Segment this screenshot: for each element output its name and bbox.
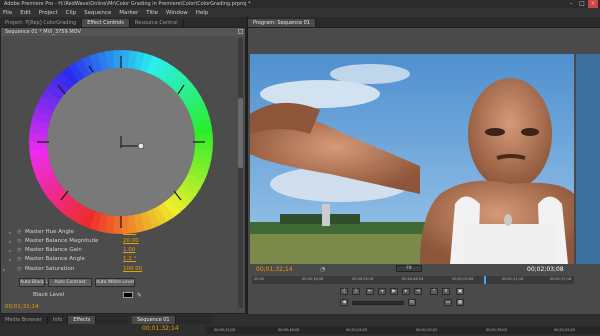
menu-file[interactable]: File [3,10,12,16]
stopwatch-icon[interactable]: ◷ [17,265,21,274]
timeline-timecode[interactable]: 00;01;32;14 [142,325,179,332]
stopwatch-icon[interactable]: ◷ [17,228,21,237]
tab-info[interactable]: Info [48,316,69,324]
auto-black-level-button[interactable]: Auto Black Level [19,278,57,287]
tab-media-browser[interactable]: Media Browser [0,316,48,324]
maximize-icon[interactable]: □ [577,0,587,8]
stopwatch-icon[interactable]: ◷ [17,255,21,264]
program-monitor: 00;01;32;14 ◔ Fit 00;02;03;08 00;00 00;0… [248,28,600,314]
lift-icon[interactable]: ⇡ [430,288,438,295]
effect-controls-panel: Sequence 01 * MVI_3759.MOV ▸ ◷ Master Hu… [0,27,246,314]
program-timecode-duration: 00;02;03;08 [527,266,564,273]
twirl-icon[interactable]: ▸ [9,246,11,255]
eyedropper-icon[interactable]: ✎ [137,292,142,299]
close-icon[interactable]: × [588,0,598,8]
param-master-balance-gain[interactable]: ▸ ◷ Master Balance Gain 1.00 [9,246,137,255]
step-forward-icon[interactable]: ▸ [402,288,410,295]
step-back-icon[interactable]: ◂ [378,288,386,295]
panel-menu-icon[interactable] [238,29,243,34]
menu-edit[interactable]: Edit [20,10,31,16]
tab-sequence-01[interactable]: Sequence 01 [132,316,176,324]
tab-project[interactable]: Project: F[Rep] ColorGrading [0,19,83,27]
clip-header: Sequence 01 * MVI_3759.MOV [1,28,245,36]
tab-resource-central[interactable]: Resource Central [130,19,184,27]
export-frame-icon[interactable]: ▣ [456,288,464,295]
panel-scrollbar[interactable] [238,38,243,308]
jog-shuttle[interactable] [352,301,404,305]
program-time-ruler[interactable]: 00;00 00;00;16;08 00;00;32;16 00;00;48;2… [252,276,574,284]
menu-marker[interactable]: Marker [119,10,138,16]
fit-dropdown[interactable]: Fit [396,265,422,272]
param-master-balance-magnitude[interactable]: ▸ ◷ Master Balance Magnitude 20.00 [9,237,139,246]
window-title: Adobe Premiere Pro - H:\RedWave\Online\M… [0,0,600,8]
bottom-left-tabs: Media Browser Info Effects [0,314,128,324]
auto-contrast-button[interactable]: Auto Contrast [48,278,92,287]
color-wheel[interactable] [21,42,221,242]
output-icon[interactable]: ▦ [456,299,464,306]
safe-margins-icon[interactable]: ▭ [444,299,452,306]
stopwatch-icon[interactable]: ◷ [17,246,21,255]
program-timecode-current[interactable]: 00;01;32;14 [256,266,293,273]
menu-bar: File Edit Project Clip Sequence Marker T… [0,8,600,17]
twirl-icon[interactable]: ▸ [3,265,5,274]
trim-icon[interactable]: ⇆ [408,299,416,306]
effect-controls-timecode[interactable]: 00;01;32;14 [5,304,39,310]
mark-out-icon[interactable]: } [352,288,360,295]
menu-clip[interactable]: Clip [66,10,76,16]
tab-program-sequence[interactable]: Program: Sequence 01 [248,19,316,27]
param-master-saturation[interactable]: ▸ ◷ Master Saturation 100.00 [3,265,142,274]
twirl-icon[interactable]: ▸ [9,237,11,246]
minimize-icon[interactable]: – [566,0,576,8]
program-video-frame[interactable] [250,54,574,264]
left-panel-tabs: Project: F[Rep] ColorGrading Effect Cont… [0,17,246,27]
menu-project[interactable]: Project [39,10,58,16]
black-level-swatch[interactable] [123,292,133,298]
program-tabs: Program: Sequence 01 [248,17,600,27]
balance-handle[interactable] [137,142,145,150]
play-icon[interactable]: ▶ [390,288,398,295]
shuttle-left-icon[interactable]: ◀ [340,299,348,306]
bottom-panels: Media Browser Info Effects Sequence 01 0… [0,314,600,336]
auto-white-level-button[interactable]: Auto White Level [95,278,135,287]
menu-sequence[interactable]: Sequence [84,10,111,16]
timeline-ruler[interactable]: 00;00;32;00 00;00;48;00 00;01;04;02 00;0… [206,326,600,334]
menu-help[interactable]: Help [196,10,209,16]
param-master-balance-angle[interactable]: ▸ ◷ Master Balance Angle 1.2 ° [9,255,137,264]
timeline-tabs: Sequence 01 [132,314,212,324]
playhead[interactable] [484,276,486,284]
twirl-icon[interactable]: ▸ [9,255,11,264]
black-level-label: Black Level [33,292,65,298]
twirl-icon[interactable]: ▸ [9,228,11,237]
tab-effects[interactable]: Effects [68,316,97,324]
stopwatch-icon[interactable]: ◷ [17,237,21,246]
go-to-out-icon[interactable]: ⇥ [414,288,422,295]
tab-effect-controls[interactable]: Effect Controls [82,19,130,27]
menu-title[interactable]: Title [146,10,158,16]
param-master-hue-angle[interactable]: ▸ ◷ Master Hue Angle 0.0 ° [9,228,137,237]
extract-icon[interactable]: ⇞ [442,288,450,295]
mark-in-icon[interactable]: { [340,288,348,295]
menu-window[interactable]: Window [166,10,188,16]
zoom-icon[interactable]: ◔ [320,266,325,273]
go-to-in-icon[interactable]: ⇤ [366,288,374,295]
